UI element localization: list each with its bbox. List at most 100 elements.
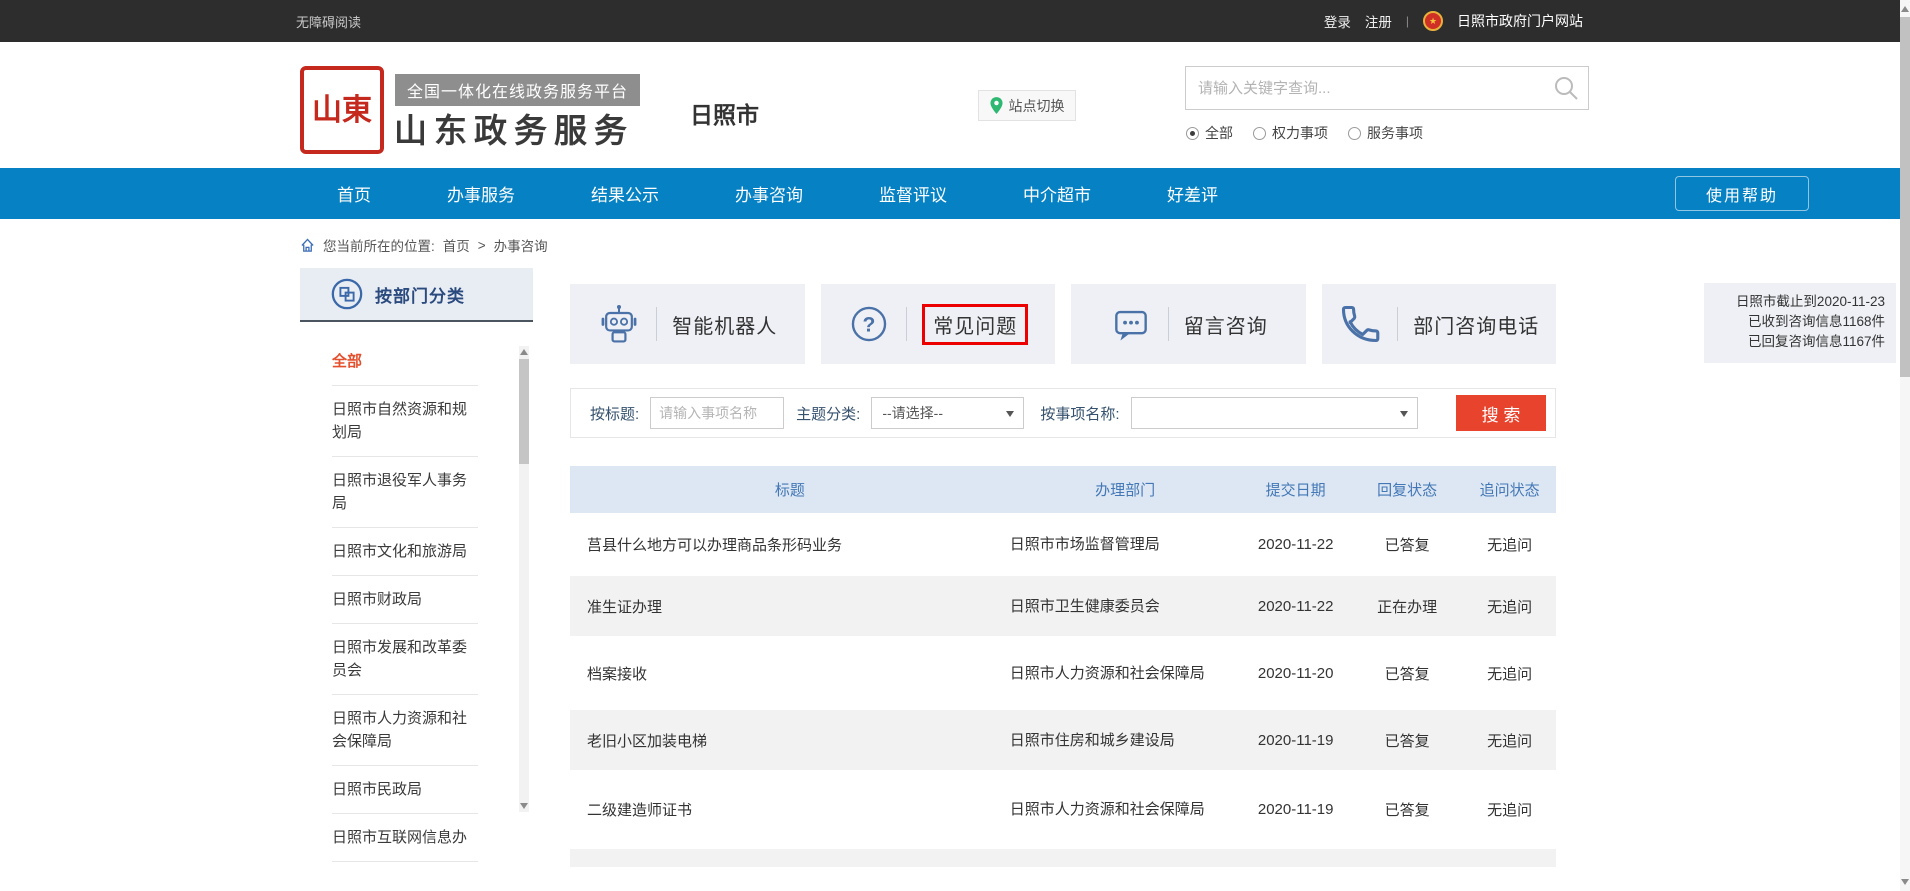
filter-title-input[interactable] [650,397,784,429]
row-title-link[interactable]: 莒县什么地方可以办理商品条形码业务 [570,534,1010,555]
category-select[interactable]: --请选择-- [871,397,1024,429]
portal-link[interactable]: 日照市政府门户网站 [1457,11,1583,31]
tab-faq[interactable]: ? 常见问题 [821,284,1056,364]
tab-divider [1168,307,1169,341]
chevron-down-icon [1400,411,1408,417]
keyword-search-input[interactable] [1186,67,1538,109]
login-link[interactable]: 登录 [1324,11,1351,31]
scroll-up-icon[interactable] [519,346,529,358]
tab-divider [906,307,907,341]
filter-category-label: 主题分类: [796,403,860,424]
department-list: 全部 日照市自然资源和规划局 日照市退役军人事务局 日照市文化和旅游局 日照市财… [300,322,533,862]
sidebar-item-civil-affairs[interactable]: 日照市民政局 [332,766,478,814]
tab-smart-robot[interactable]: 智能机器人 [570,284,805,364]
tab-faq-label: 常见问题 [922,304,1028,345]
breadcrumb-current: 办事咨询 [494,235,548,255]
filter-bar: 按标题: 主题分类: --请选择-- 按事项名称: 搜 索 [570,388,1556,438]
row-dept: 日照市住房和城乡建设局 [1010,728,1241,753]
table-row-partial [570,849,1556,867]
sidebar-scroll-thumb[interactable] [519,359,529,464]
sidebar-item-internet-info[interactable]: 日照市互联网信息办 [332,814,478,862]
home-icon [300,238,315,253]
radio-all[interactable]: 全部 [1186,123,1233,143]
nav-menu: 首页 办事服务 结果公示 办事咨询 监督评议 中介超市 好差评 [337,168,1218,219]
table-row: 二级建造师证书 日照市人力资源和社会保障局 2020-11-19 已答复 无追问 [570,770,1556,849]
nav-item-supervision[interactable]: 监督评议 [879,181,947,206]
row-date: 2020-11-19 [1240,732,1350,749]
row-title-link[interactable]: 准生证办理 [570,596,1010,617]
table-body: 莒县什么地方可以办理商品条形码业务 日照市市场监督管理局 2020-11-22 … [570,513,1556,867]
scroll-down-icon[interactable] [1900,875,1910,889]
header-title: 标题 [570,479,1010,500]
radio-service-items[interactable]: 服务事项 [1348,123,1423,143]
row-date: 2020-11-22 [1240,598,1350,615]
breadcrumb-home[interactable]: 首页 [443,235,470,255]
item-name-select[interactable] [1131,397,1418,429]
site-header: 山東 全国一体化在线政务服务平台 山东政务服务 日照市 站点切换 全部 [0,42,1910,168]
row-reply-status: 正在办理 [1351,596,1463,617]
radio-power-items[interactable]: 权力事项 [1253,123,1328,143]
row-date: 2020-11-19 [1240,801,1350,818]
phone-icon [1338,302,1382,346]
tab-divider [1397,307,1398,341]
search-button[interactable]: 搜 索 [1456,395,1546,431]
nav-item-services[interactable]: 办事服务 [447,181,515,206]
sidebar-item-human-resources[interactable]: 日照市人力资源和社会保障局 [332,695,478,766]
row-title-link[interactable]: 二级建造师证书 [570,799,1010,820]
nav-item-results[interactable]: 结果公示 [591,181,659,206]
page: 无障碍阅读 登录 注册 | ★ 日照市政府门户网站 山東 全国一体化在线政务服务… [0,0,1910,891]
question-icon: ? [847,302,891,346]
sidebar-item-development-reform[interactable]: 日照市发展和改革委员会 [332,624,478,695]
main-content: 智能机器人 ? 常见问题 留言咨询 [570,284,1556,867]
row-reply-status: 已答复 [1351,799,1463,820]
row-reply-status: 已答复 [1351,534,1463,555]
search-icon[interactable] [1553,75,1580,102]
accessibility-link[interactable]: 无障碍阅读 [296,12,361,31]
robot-icon [597,302,641,346]
row-title-link[interactable]: 老旧小区加装电梯 [570,730,1010,751]
register-link[interactable]: 注册 [1365,11,1392,31]
filter-title-label: 按标题: [590,403,639,424]
sidebar-item-natural-resources[interactable]: 日照市自然资源和规划局 [332,386,478,457]
sidebar-item-finance[interactable]: 日照市财政局 [332,576,478,624]
sidebar-scrollbar[interactable] [519,346,529,812]
consult-stats-box: 日照市截止到2020-11-23 已收到咨询信息1168件 已回复咨询信息116… [1704,283,1896,363]
row-follow-status: 无追问 [1463,730,1556,751]
page-scrollbar[interactable] [1900,0,1910,891]
nav-item-intermediary[interactable]: 中介超市 [1023,181,1091,206]
site-switch-button[interactable]: 站点切换 [978,90,1076,121]
tab-phone-label: 部门咨询电话 [1413,310,1539,339]
row-date: 2020-11-22 [1240,536,1350,553]
page-scroll-thumb[interactable] [1900,17,1910,377]
row-dept: 日照市市场监督管理局 [1010,532,1241,557]
scroll-up-icon[interactable] [1900,2,1910,16]
nav-item-rating[interactable]: 好差评 [1167,181,1218,206]
top-right-links: 登录 注册 | ★ 日照市政府门户网站 [1324,0,1583,42]
sidebar-item-all[interactable]: 全部 [332,338,478,386]
row-dept: 日照市人力资源和社会保障局 [1010,661,1241,686]
row-follow-status: 无追问 [1463,596,1556,617]
radio-unselected-icon [1253,127,1266,140]
breadcrumb-prefix: 您当前所在的位置: [323,235,435,255]
location-pin-icon [990,97,1003,114]
scroll-down-icon[interactable] [519,800,529,812]
stats-line-replied: 已回复咨询信息1167件 [1715,332,1885,352]
row-title-link[interactable]: 档案接收 [570,663,1010,684]
nav-item-home[interactable]: 首页 [337,181,371,206]
header-reply-status: 回复状态 [1351,479,1463,500]
brand-title: 山东政务服务 [394,104,634,152]
sidebar-item-culture-tourism[interactable]: 日照市文化和旅游局 [332,528,478,576]
help-button[interactable]: 使用帮助 [1675,176,1809,211]
category-select-value: --请选择-- [882,403,943,423]
chevron-down-icon [1006,411,1014,417]
row-reply-status: 已答复 [1351,663,1463,684]
message-icon [1109,302,1153,346]
sidebar-item-veterans[interactable]: 日照市退役军人事务局 [332,457,478,528]
site-switch-label: 站点切换 [1009,96,1065,116]
tab-phone-consult[interactable]: 部门咨询电话 [1322,284,1557,364]
tab-message-consult[interactable]: 留言咨询 [1071,284,1306,364]
nav-item-consult[interactable]: 办事咨询 [735,181,803,206]
category-icon [330,277,364,311]
header-dept: 办理部门 [1010,479,1241,500]
sidebar-title: 按部门分类 [375,282,465,307]
